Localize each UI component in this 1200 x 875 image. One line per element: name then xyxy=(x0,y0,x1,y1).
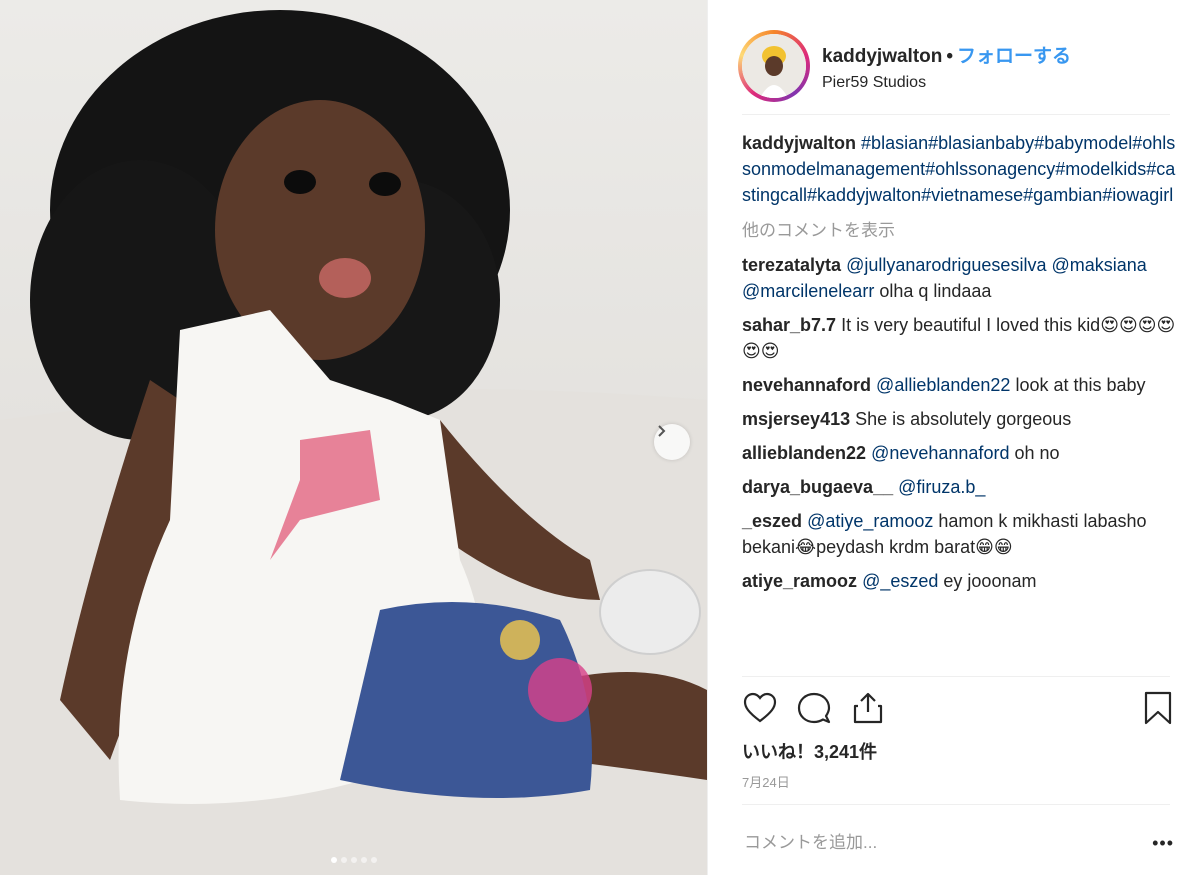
share-icon xyxy=(853,692,883,724)
bookmark-icon xyxy=(1144,691,1172,725)
post-actions-bar xyxy=(742,688,1174,728)
save-button[interactable] xyxy=(1142,690,1174,726)
comment-text: She is absolutely gorgeous xyxy=(855,409,1072,429)
add-comment-row: ••• xyxy=(742,828,1174,858)
comment-username[interactable]: sahar_b7.7 xyxy=(742,315,836,335)
comment-text: look at this baby xyxy=(1010,375,1146,395)
comment-mention[interactable]: @allieblanden22 xyxy=(876,375,1010,395)
comment-item: sahar_b7.7 It is very beautiful I loved … xyxy=(742,312,1182,364)
baby-photo-image xyxy=(0,0,707,875)
comment-text: hamon k mikhasti labasho bekani😂peydash … xyxy=(742,511,1147,557)
post-side-panel: kaddyjwalton • フォローする Pier59 Studios kaddy… xyxy=(708,0,1200,875)
comment-item: _eszed @atiye_ramooz hamon k mikhasti la… xyxy=(742,508,1182,560)
avatar-image xyxy=(742,34,806,98)
carousel-dot xyxy=(340,857,347,863)
carousel-dot xyxy=(350,857,357,863)
comments-section: kaddyjwalton #blasian#blasianbaby#babymo… xyxy=(742,130,1182,602)
next-photo-button[interactable] xyxy=(654,424,690,460)
comment-item: darya_bugaeva__ @firuza.b_ xyxy=(742,474,1182,500)
comment-username[interactable]: allieblanden22 xyxy=(742,443,866,463)
header-divider xyxy=(742,114,1170,115)
carousel-dot xyxy=(370,857,377,863)
heart-icon xyxy=(743,692,777,723)
comment-item: msjersey413 She is absolutely gorgeous xyxy=(742,406,1182,432)
carousel-dot xyxy=(330,857,337,863)
more-options-button[interactable]: ••• xyxy=(1152,833,1174,854)
comment-item: terezatalyta @jullyanarodriguesesilva @m… xyxy=(742,252,1182,304)
comment-username[interactable]: nevehannaford xyxy=(742,375,871,395)
author-username[interactable]: kaddyjwalton xyxy=(822,46,942,67)
comment-icon xyxy=(797,692,831,724)
follow-button[interactable]: フォローする xyxy=(957,46,1071,67)
comment-text: ey jooonam xyxy=(938,571,1037,591)
avatar[interactable] xyxy=(738,30,810,102)
like-button[interactable] xyxy=(742,690,778,726)
post-location[interactable]: Pier59 Studios xyxy=(822,74,1071,92)
chevron-right-icon xyxy=(658,425,666,437)
post-photo[interactable] xyxy=(0,0,708,875)
carousel-dot xyxy=(360,857,367,863)
post-header: kaddyjwalton • フォローする Pier59 Studios xyxy=(738,20,1170,112)
comment-text: olha q lindaaa xyxy=(874,281,992,301)
like-count[interactable]: いいね！3,241件 xyxy=(742,738,877,764)
comment-text: oh no xyxy=(1009,443,1060,463)
comment-username[interactable]: darya_bugaeva__ xyxy=(742,477,893,497)
post-date[interactable]: 7月24日 xyxy=(742,772,790,791)
carousel-indicator xyxy=(0,857,707,863)
actions-divider xyxy=(742,676,1170,677)
load-more-comments-link[interactable]: 他のコメントを表示 xyxy=(742,218,1182,244)
comment-input[interactable] xyxy=(742,832,1126,854)
comment-item: atiye_ramooz @_eszed ey jooonam xyxy=(742,568,1182,594)
comment-username[interactable]: _eszed xyxy=(742,511,802,531)
comment-username[interactable]: terezatalyta xyxy=(742,255,841,275)
caption-username[interactable]: kaddyjwalton xyxy=(742,133,856,153)
comment-mention[interactable]: @atiye_ramooz xyxy=(807,511,933,531)
comment-mention[interactable]: @nevehannaford xyxy=(871,443,1009,463)
comment-item: allieblanden22 @nevehannaford oh no xyxy=(742,440,1182,466)
comment-username[interactable]: msjersey413 xyxy=(742,409,850,429)
avatar-photo-icon xyxy=(742,34,806,98)
comment-mention[interactable]: @firuza.b_ xyxy=(898,477,985,497)
comment-item: nevehannaford @allieblanden22 look at th… xyxy=(742,372,1182,398)
comment-button[interactable] xyxy=(796,690,832,726)
separator-dot: • xyxy=(946,45,954,67)
post-caption: kaddyjwalton #blasian#blasianbaby#babymo… xyxy=(742,130,1182,208)
comment-mention[interactable]: @_eszed xyxy=(862,571,938,591)
share-button[interactable] xyxy=(850,690,886,726)
comment-username[interactable]: atiye_ramooz xyxy=(742,571,857,591)
comment-input-divider xyxy=(742,804,1170,805)
